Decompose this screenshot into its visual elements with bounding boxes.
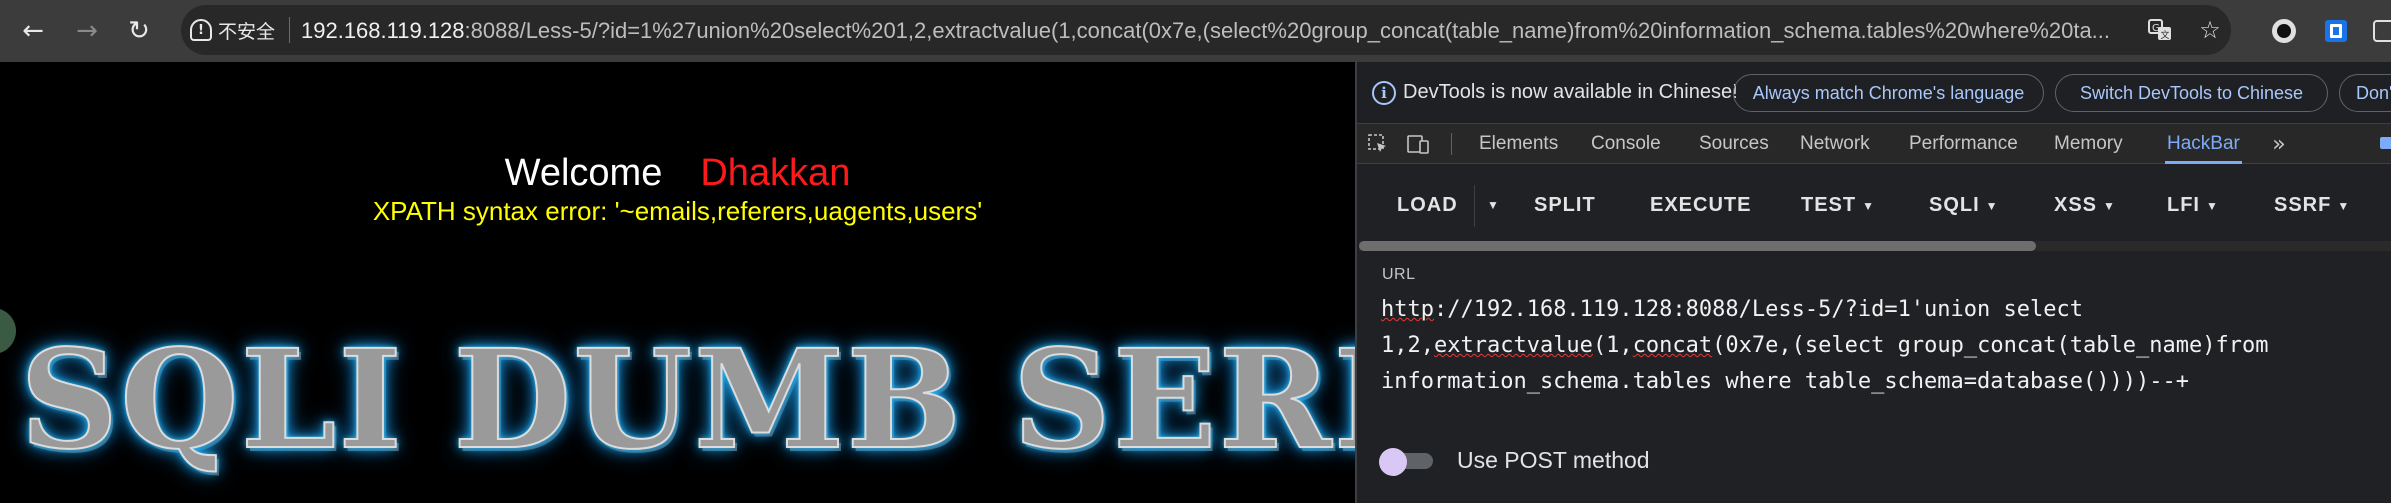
- url-line1-scheme: http: [1381, 297, 1434, 322]
- translate-icon[interactable]: G文: [2142, 12, 2178, 48]
- ssrf-menu-button[interactable]: SSRF ▼: [2274, 179, 2350, 231]
- tab-elements[interactable]: Elements: [1479, 124, 1558, 164]
- test-caret-icon: ▼: [1862, 198, 1876, 213]
- url-line3: information_schema.tables where table_sc…: [1381, 369, 2189, 394]
- load-button[interactable]: LOAD: [1397, 179, 1458, 231]
- chip-divider: [289, 17, 290, 43]
- issues-icon[interactable]: [2375, 132, 2391, 156]
- forward-arrow-icon[interactable]: →: [66, 10, 108, 52]
- use-post-label: Use POST method: [1457, 446, 1650, 473]
- xss-menu-button[interactable]: XSS ▼: [2054, 179, 2116, 231]
- reload-icon[interactable]: ↻: [118, 10, 160, 52]
- switch-devtools-chinese-button[interactable]: Switch DevTools to Chinese: [2055, 74, 2328, 112]
- url-host: 192.168.119.128: [301, 18, 465, 43]
- svg-text:文: 文: [2161, 29, 2170, 41]
- tab-console[interactable]: Console: [1591, 124, 1661, 164]
- xss-caret-icon: ▼: [2103, 198, 2116, 213]
- tab-performance[interactable]: Performance: [1909, 124, 2018, 164]
- warning-icon: !: [190, 19, 212, 41]
- welcome-name: Dhakkan: [700, 152, 851, 194]
- welcome-text: Welcome: [504, 152, 663, 194]
- always-match-language-button[interactable]: Always match Chrome's language: [1733, 74, 2044, 112]
- back-arrow-icon[interactable]: ←: [12, 10, 54, 52]
- infobar-text: DevTools is now available in Chinese!: [1403, 81, 1738, 103]
- xpath-error-message: XPATH syntax error: '~emails,referers,ua…: [372, 196, 983, 226]
- sidepanel-icon[interactable]: [2366, 13, 2391, 49]
- url-line2-extractvalue: extractvalue: [1433, 333, 1593, 358]
- welcome-line: Welcome Dhakkan: [0, 152, 1355, 195]
- bookmark-star-icon[interactable]: ☆: [2192, 12, 2228, 48]
- address-url[interactable]: 192.168.119.128:8088/Less-5/?id=1%27unio…: [301, 11, 2131, 51]
- dont-show-button[interactable]: Don't: [2339, 74, 2391, 112]
- load-dropdown-caret-icon[interactable]: ▼: [1487, 179, 1500, 231]
- hackbar-toolbar: LOAD ▼ SPLIT EXECUTE TEST ▼ SQLI ▼ XSS ▼ LF…: [1357, 165, 2391, 263]
- xss-label: XSS: [2054, 194, 2098, 216]
- toggle-knob: [1379, 448, 1407, 476]
- sqli-menu-button[interactable]: SQLI ▼: [1929, 179, 1999, 231]
- test-label: TEST: [1801, 194, 1857, 216]
- sqli-dumb-series-banner: SQLI DUMB SERIES: [19, 319, 1355, 481]
- device-toolbar-icon[interactable]: [1405, 132, 1431, 156]
- sqli-caret-icon: ▼: [1985, 198, 1999, 213]
- toolbar-scrollbar-thumb[interactable]: [1359, 241, 2036, 251]
- devtools-tabs: Elements Console Sources Network Perform…: [1357, 124, 2391, 164]
- split-button[interactable]: SPLIT: [1534, 179, 1596, 231]
- load-divider: [1474, 185, 1475, 227]
- test-menu-button[interactable]: TEST ▼: [1801, 179, 1875, 231]
- ssrf-label: SSRF: [2274, 194, 2332, 216]
- lfi-menu-button[interactable]: LFI ▼: [2167, 179, 2219, 231]
- lfi-label: LFI: [2167, 194, 2200, 216]
- more-tabs-chevron-icon[interactable]: »: [2266, 132, 2292, 157]
- sqli-label: SQLI: [1929, 194, 1980, 216]
- url-line1-rest: ://192.168.119.128:8088/Less-5/?id=1'uni…: [1433, 297, 2083, 322]
- page-side-tab[interactable]: [0, 308, 16, 354]
- web-page: Welcome Dhakkan XPATH syntax error: '~ema…: [0, 62, 1355, 503]
- url-line2-args: 1,2,: [1381, 333, 1434, 358]
- tabs-divider: [1451, 133, 1452, 155]
- tab-network[interactable]: Network: [1800, 124, 1870, 164]
- url-field-label: URL: [1382, 266, 1416, 283]
- post-method-row: Use POST method: [1379, 440, 1650, 480]
- inspect-element-icon[interactable]: [1365, 132, 1391, 156]
- ssrf-caret-icon: ▼: [2337, 198, 2351, 213]
- lfi-caret-icon: ▼: [2206, 198, 2219, 213]
- security-label: 不安全: [218, 20, 276, 43]
- url-path: :8088/Less-5/?id=1%27union%20select%201,…: [464, 18, 2111, 43]
- info-icon: i: [1372, 81, 1396, 105]
- security-chip[interactable]: ! 不安全: [190, 12, 275, 48]
- devtools-panel: i DevTools is now available in Chinese! …: [1355, 62, 2391, 503]
- tab-hackbar[interactable]: HackBar: [2165, 124, 2242, 164]
- extension-icon[interactable]: [2266, 13, 2302, 49]
- profile-icon[interactable]: [2318, 13, 2354, 49]
- use-post-toggle[interactable]: [1379, 448, 1435, 476]
- language-infobar: i DevTools is now available in Chinese! …: [1357, 62, 2391, 124]
- tab-memory[interactable]: Memory: [2054, 124, 2123, 164]
- browser-toolbar: ← → ↻ ! 不安全 192.168.119.128:8088/Less-5/…: [0, 0, 2391, 62]
- tab-sources[interactable]: Sources: [1699, 124, 1769, 164]
- execute-button[interactable]: EXECUTE: [1650, 179, 1751, 231]
- hackbar-url-textarea[interactable]: http://192.168.119.128:8088/Less-5/?id=1…: [1381, 292, 2391, 400]
- url-line2-concat: concat: [1632, 333, 1713, 358]
- url-line2-paren: (1,: [1592, 333, 1633, 358]
- url-line2-rest: (0x7e,(select group_concat(table_name)fr…: [1712, 333, 2269, 358]
